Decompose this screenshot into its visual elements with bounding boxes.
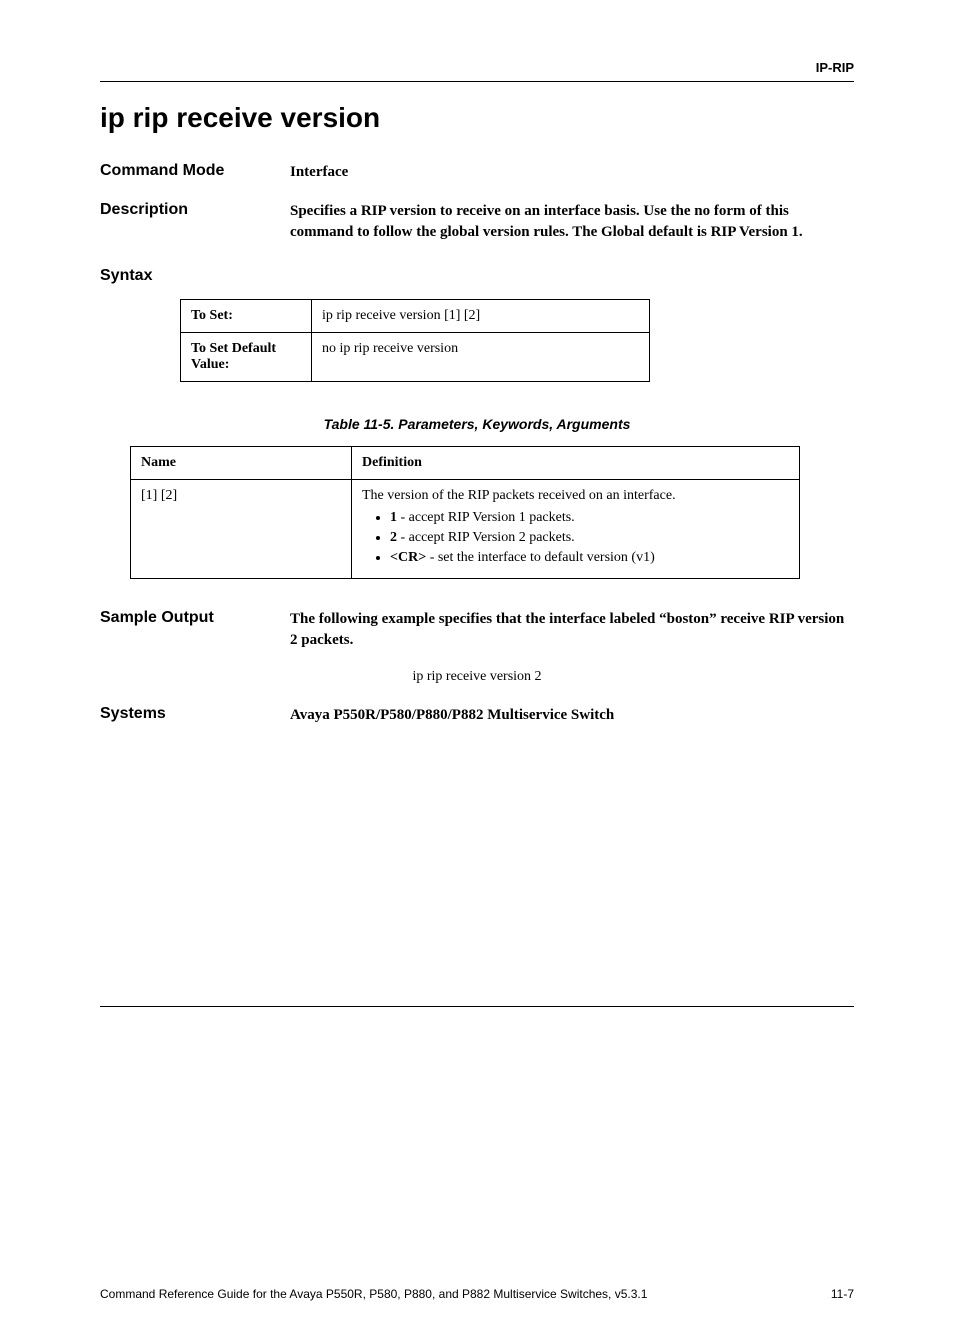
list-item: 1 - accept RIP Version 1 packets.	[390, 510, 789, 526]
bullet-bold: 2	[390, 530, 397, 545]
table-row: [1] [2] The version of the RIP packets r…	[131, 480, 800, 579]
sample-output-label: Sample Output	[100, 609, 290, 651]
sample-command-text: ip rip receive version 2	[100, 669, 854, 685]
page-title: ip rip receive version	[100, 102, 854, 134]
col-header-name: Name	[131, 447, 352, 480]
systems-row: Systems Avaya P550R/P580/P880/P882 Multi…	[100, 705, 854, 726]
bullet-rest: - accept RIP Version 2 packets.	[397, 530, 575, 545]
description-label: Description	[100, 201, 290, 243]
param-table: Name Definition [1] [2] The version of t…	[130, 446, 800, 579]
bullet-rest: - set the interface to default version (…	[426, 550, 655, 565]
syntax-row-label: To Set:	[181, 300, 312, 333]
page-footer: Command Reference Guide for the Avaya P5…	[100, 1287, 854, 1301]
syntax-row-label: To Set Default Value:	[181, 333, 312, 382]
definition-bullet-list: 1 - accept RIP Version 1 packets. 2 - ac…	[362, 510, 789, 566]
table-header-row: Name Definition	[131, 447, 800, 480]
footer-right: 11-7	[831, 1287, 854, 1301]
bullet-bold: 1	[390, 510, 397, 525]
table-row: To Set: ip rip receive version [1] [2]	[181, 300, 650, 333]
systems-value: Avaya P550R/P580/P880/P882 Multiservice …	[290, 705, 854, 726]
description-row: Description Specifies a RIP version to r…	[100, 201, 854, 243]
bottom-divider	[100, 1006, 854, 1007]
systems-label: Systems	[100, 705, 290, 726]
command-mode-label: Command Mode	[100, 162, 290, 183]
sample-output-row: Sample Output The following example spec…	[100, 609, 854, 651]
definition-intro: The version of the RIP packets received …	[362, 488, 676, 503]
top-divider	[100, 81, 854, 82]
param-table-caption: Table 11-5. Parameters, Keywords, Argume…	[100, 416, 854, 432]
syntax-table: To Set: ip rip receive version [1] [2] T…	[180, 299, 650, 382]
list-item: 2 - accept RIP Version 2 packets.	[390, 530, 789, 546]
footer-left: Command Reference Guide for the Avaya P5…	[100, 1287, 647, 1301]
list-item: <CR> - set the interface to default vers…	[390, 550, 789, 566]
col-header-definition: Definition	[352, 447, 800, 480]
syntax-row-value: no ip rip receive version	[312, 333, 650, 382]
param-name-cell: [1] [2]	[131, 480, 352, 579]
sample-output-value: The following example specifies that the…	[290, 609, 854, 651]
table-row: To Set Default Value: no ip rip receive …	[181, 333, 650, 382]
bullet-rest: - accept RIP Version 1 packets.	[397, 510, 575, 525]
header-section-tag: IP-RIP	[100, 60, 854, 75]
description-value: Specifies a RIP version to receive on an…	[290, 201, 854, 243]
command-mode-value: Interface	[290, 162, 854, 183]
syntax-row-value: ip rip receive version [1] [2]	[312, 300, 650, 333]
bullet-bold: <CR>	[390, 550, 426, 565]
command-mode-row: Command Mode Interface	[100, 162, 854, 183]
syntax-label: Syntax	[100, 267, 854, 285]
param-definition-cell: The version of the RIP packets received …	[352, 480, 800, 579]
